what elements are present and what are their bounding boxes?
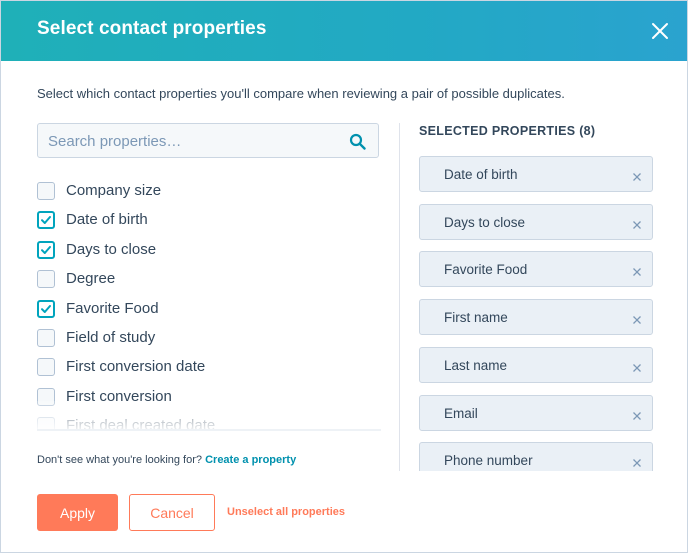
property-option-label: Date of birth — [66, 211, 148, 229]
remove-property-button[interactable] — [632, 264, 642, 277]
checkbox[interactable] — [37, 387, 55, 406]
selected-property-label: First name — [444, 310, 508, 326]
remove-icon — [633, 268, 641, 277]
selected-property-chip: Email — [419, 394, 653, 431]
selected-property-label: Favorite Food — [444, 262, 528, 278]
close-button[interactable] — [645, 16, 675, 46]
property-option[interactable]: Date of birth — [37, 208, 377, 232]
property-option[interactable]: Field of study — [37, 326, 377, 350]
checkmark-icon — [41, 216, 51, 225]
selected-properties-list[interactable]: Date of birth Days to close Favorite Food F… — [419, 156, 655, 471]
property-option-label: First conversion date — [66, 358, 206, 376]
selected-property-label: Days to close — [444, 214, 526, 230]
help-question: Don't see what you're looking for? — [37, 454, 203, 466]
checkbox-checked[interactable] — [37, 240, 55, 259]
property-option-label: Favorite Food — [66, 299, 159, 317]
selected-property-chip: Phone number — [419, 442, 653, 471]
checkmark-icon — [41, 245, 51, 254]
property-option[interactable]: First conversion date — [37, 355, 377, 379]
property-option-label: Degree — [66, 270, 116, 288]
selected-property-chip: Favorite Food — [419, 251, 653, 288]
remove-property-button[interactable] — [632, 360, 642, 372]
remove-icon — [633, 363, 641, 372]
dialog-title: Select contact properties — [37, 18, 267, 39]
remove-icon — [633, 316, 641, 325]
property-option-label: First conversion — [66, 387, 172, 405]
checkbox[interactable] — [37, 270, 55, 289]
property-option[interactable]: Company size — [37, 179, 377, 203]
selected-property-label: Last name — [444, 357, 508, 373]
select-contact-properties-dialog: Select contact properties Select which c… — [0, 0, 688, 553]
property-list[interactable]: Company size Date of birth Days to close De… — [37, 179, 383, 431]
remove-property-button[interactable] — [632, 217, 642, 229]
apply-button[interactable]: Apply — [37, 494, 118, 531]
checkmark-icon — [41, 304, 51, 313]
unselect-all-link[interactable]: Unselect all properties — [227, 506, 345, 518]
search-icon[interactable] — [349, 133, 366, 150]
property-option[interactable]: Days to close — [37, 238, 377, 262]
checkbox[interactable] — [37, 358, 55, 377]
create-property-link[interactable]: Create a property — [205, 454, 296, 466]
property-option-label: Days to close — [66, 240, 157, 258]
checkbox[interactable] — [37, 182, 55, 200]
remove-property-button[interactable] — [632, 169, 642, 181]
cancel-button[interactable]: Cancel — [129, 494, 215, 531]
selected-properties-heading: SELECTED PROPERTIES (8) — [419, 124, 596, 138]
property-option-label: Company size — [66, 182, 162, 199]
selected-property-chip: First name — [419, 299, 653, 336]
checkbox-checked[interactable] — [37, 211, 55, 230]
property-option[interactable]: First conversion — [37, 385, 377, 409]
column-divider — [399, 123, 400, 471]
search-box — [37, 123, 379, 159]
property-option[interactable]: Degree — [37, 267, 377, 291]
close-icon — [652, 23, 668, 39]
selected-property-label: Email — [444, 405, 478, 421]
help-text: Don't see what you're looking for? Creat… — [37, 454, 296, 466]
selected-property-label: Phone number — [444, 453, 533, 469]
remove-icon — [633, 411, 641, 420]
selected-property-chip: Date of birth — [419, 156, 653, 192]
remove-icon — [633, 173, 641, 181]
checkbox[interactable] — [37, 329, 55, 347]
remove-property-button[interactable] — [632, 312, 642, 325]
search-input[interactable] — [38, 124, 350, 159]
remove-icon — [633, 220, 641, 229]
selected-property-chip: Last name — [419, 346, 653, 383]
remove-property-button[interactable] — [632, 455, 642, 468]
selected-property-chip: Days to close — [419, 203, 653, 240]
dialog-header: Select contact properties — [1, 1, 687, 61]
dialog-description: Select which contact properties you'll c… — [37, 86, 565, 101]
property-option-label: Field of study — [66, 329, 156, 346]
list-bottom-edge — [37, 429, 381, 431]
remove-icon — [633, 459, 641, 468]
remove-property-button[interactable] — [632, 408, 642, 420]
checkbox-checked[interactable] — [37, 299, 55, 318]
selected-property-label: Date of birth — [444, 167, 518, 182]
property-option[interactable]: Favorite Food — [37, 297, 377, 321]
